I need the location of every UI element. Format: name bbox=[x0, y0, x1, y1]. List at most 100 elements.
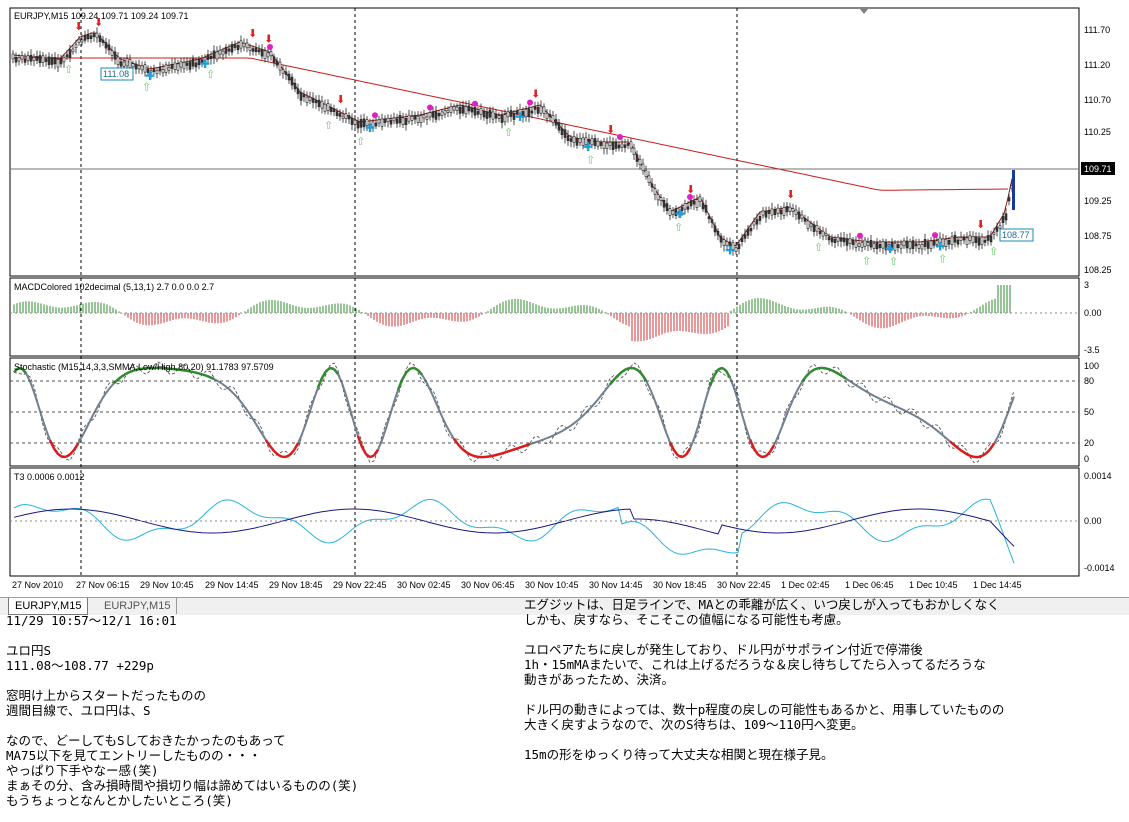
candle-body bbox=[164, 64, 168, 73]
candle-body bbox=[89, 35, 93, 40]
down-arrow-icon: ⬇ bbox=[786, 188, 795, 201]
stoch-extreme-segment bbox=[513, 447, 519, 451]
signal-dot bbox=[427, 104, 433, 111]
candle-body bbox=[242, 42, 246, 48]
chart-window[interactable]: ⇧ ⇧ ⇧ ⇧ ⇧ ⇧ ⇧ ⇧ ⇧ ⇧ ⇧ ⇧ ⇧ ⬇ ⬇ ⬇ ⬇ ⬇ ⬇ ⬇ ⬇ ⬇ ⬇ ✚ ✚ ✚ ✚ ✚ ✚ ✚ ✚ ✚ EURJPY,… bbox=[0, 0, 1129, 597]
stoch-extreme-segment bbox=[369, 454, 375, 459]
candle-body bbox=[101, 39, 105, 43]
tab-eurjpy-m15[interactable]: EURJPY,M15 bbox=[98, 598, 178, 614]
candle-body bbox=[380, 118, 384, 127]
note-line: エグジットは、日足ラインで、MAとの乖離が広く、いつ戻しが入ってもおかしくなく bbox=[524, 597, 1000, 612]
stoch-label: 0 bbox=[1084, 454, 1089, 464]
note-line bbox=[524, 687, 1004, 702]
candle-body bbox=[23, 58, 27, 63]
candle-body bbox=[479, 108, 483, 115]
candle-body bbox=[98, 35, 102, 42]
stoch-extreme-segment bbox=[493, 453, 499, 457]
candle-body bbox=[650, 183, 654, 188]
down-arrow-icon: ⬇ bbox=[264, 32, 273, 45]
note-line bbox=[524, 627, 1004, 642]
candle-body bbox=[737, 243, 741, 249]
candle-body bbox=[923, 239, 927, 247]
candle-body bbox=[821, 230, 825, 237]
candle-body bbox=[221, 50, 225, 56]
time-label: 1 Dec 10:45 bbox=[909, 580, 958, 590]
candle-body bbox=[575, 138, 579, 146]
price-label: 110.70 bbox=[1084, 95, 1111, 105]
candle-body bbox=[701, 202, 705, 210]
candle-body bbox=[254, 47, 258, 53]
candle-body bbox=[800, 214, 804, 219]
candle-body bbox=[65, 54, 69, 58]
price-label: 111.70 bbox=[1084, 25, 1110, 35]
candle-body bbox=[353, 119, 357, 125]
candle-body bbox=[968, 235, 972, 241]
candle-body bbox=[428, 112, 432, 118]
stoch-extreme-segment bbox=[209, 376, 215, 381]
stoch-extreme-segment bbox=[625, 366, 631, 371]
note-line: ドル円の動きによっては、数十p程度の戻しの可能性もあるかと、用事していたものの bbox=[524, 702, 1005, 717]
candle-body bbox=[494, 114, 498, 119]
candle-body bbox=[986, 235, 990, 241]
time-label: 30 Nov 02:45 bbox=[397, 580, 451, 590]
candle-body bbox=[638, 159, 642, 165]
candle-body bbox=[80, 39, 84, 43]
candle-body bbox=[272, 56, 276, 63]
candle-body bbox=[620, 143, 624, 148]
candle-body bbox=[929, 240, 933, 249]
down-arrow-icon: ⬇ bbox=[74, 20, 83, 33]
candle-body bbox=[656, 194, 660, 201]
chart-canvas[interactable]: ⇧⇧⇧⇧⇧⇧⇧⇧⇧⇧ ⇧ ⇧⇧⬇ ⬇⬇ ⬇⬇ ⬇⬇⬇ ⬇⬇✚✚✚✚✚✚✚ ✚ ✚ EURJPY,… bbox=[0, 0, 1129, 597]
candle-body bbox=[830, 238, 834, 243]
candle-body bbox=[392, 117, 396, 122]
candle-body bbox=[491, 111, 495, 120]
t3-pane-frame bbox=[9, 467, 1080, 577]
candle-body bbox=[530, 110, 534, 114]
candle-body bbox=[119, 61, 123, 67]
blue-cross-icon: ✚ bbox=[200, 57, 210, 71]
blue-cross-icon: ✚ bbox=[365, 121, 375, 135]
candle-body bbox=[560, 128, 564, 136]
up-arrow-icon: ⇧ bbox=[989, 245, 998, 258]
stoch-extreme-segment bbox=[517, 445, 523, 450]
candle-body bbox=[104, 42, 108, 49]
stoch-extreme-segment bbox=[969, 454, 975, 459]
candle-body bbox=[209, 55, 213, 60]
candle-body bbox=[47, 56, 51, 65]
candle-body bbox=[686, 206, 690, 210]
candle-body bbox=[425, 116, 429, 120]
candle-body bbox=[959, 237, 963, 241]
candle-body bbox=[275, 60, 279, 66]
candle-body bbox=[707, 216, 711, 220]
note-line bbox=[524, 732, 1004, 747]
candle-body bbox=[1001, 216, 1005, 223]
candle-body bbox=[632, 147, 636, 156]
candle-body bbox=[848, 238, 852, 244]
candle-body bbox=[461, 105, 465, 114]
candle-body bbox=[449, 106, 453, 113]
candle-body bbox=[794, 209, 798, 215]
candle-body bbox=[350, 118, 354, 125]
blue-cross-icon: ✚ bbox=[885, 242, 895, 256]
candle-body bbox=[455, 106, 459, 111]
candle-body bbox=[524, 109, 528, 118]
candle-body bbox=[860, 242, 864, 248]
candle-body bbox=[284, 71, 288, 75]
candle-body bbox=[773, 209, 777, 215]
candle-body bbox=[215, 51, 219, 60]
candle-body bbox=[842, 237, 846, 243]
candle-body bbox=[86, 34, 90, 40]
candle-body bbox=[218, 49, 222, 55]
t3-title: T3 0.0006 0.0012 bbox=[14, 472, 85, 482]
candle-body bbox=[869, 240, 873, 248]
stoch-extreme-segment bbox=[329, 366, 335, 371]
stoch-extreme-segment bbox=[489, 454, 495, 458]
candle-body bbox=[137, 65, 141, 70]
candle-body bbox=[452, 106, 456, 111]
signal-dot bbox=[472, 100, 478, 107]
candle-body bbox=[755, 219, 759, 225]
note-line: しかも、戻すなら、そこそこの値幅になる可能性も考慮。 bbox=[524, 612, 849, 627]
blue-cross-icon: ✚ bbox=[675, 207, 685, 221]
candle-body bbox=[467, 105, 471, 112]
candle-body bbox=[902, 240, 906, 247]
